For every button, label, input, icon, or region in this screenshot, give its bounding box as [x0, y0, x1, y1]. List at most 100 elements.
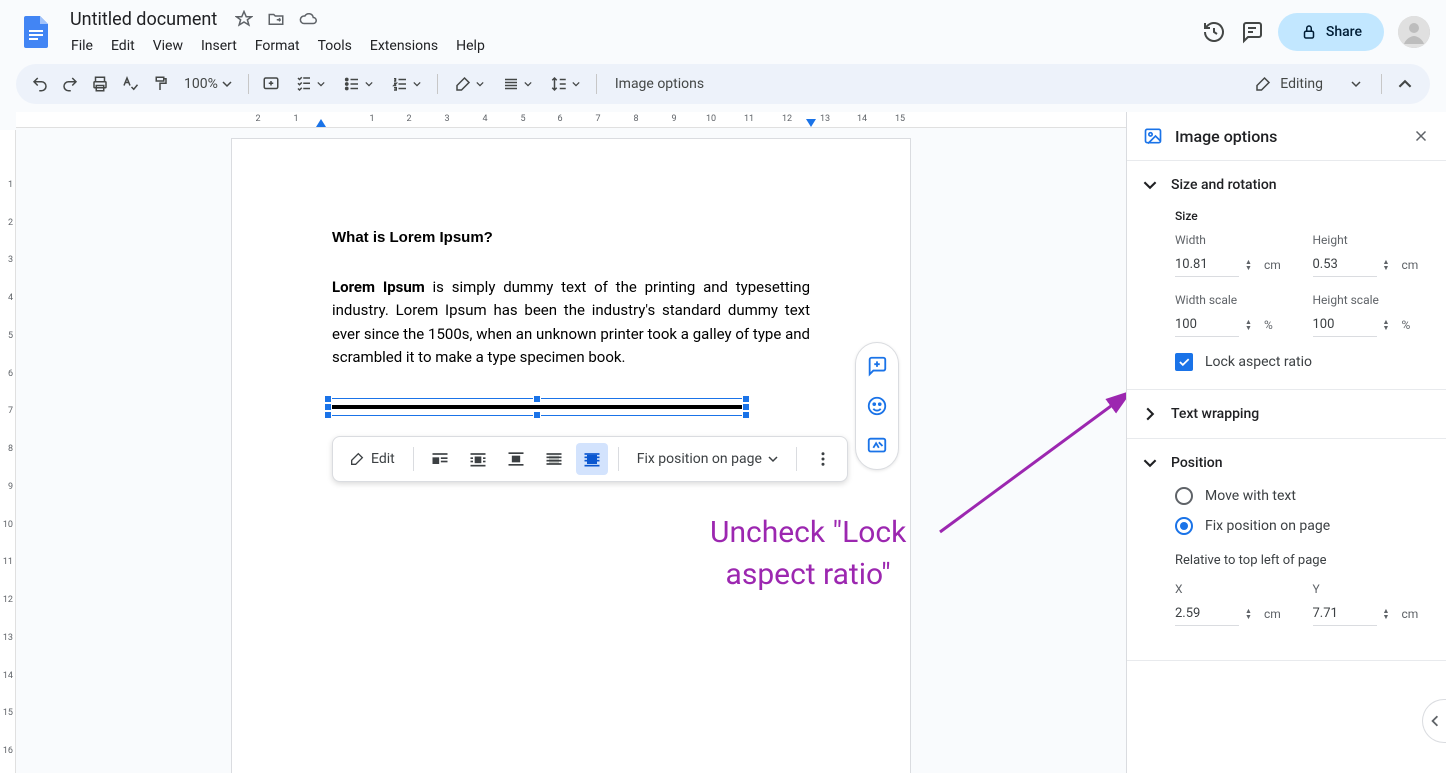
- wrap-inline-button[interactable]: [424, 443, 456, 475]
- menu-help[interactable]: Help: [449, 34, 492, 58]
- fix-position-dropdown[interactable]: Fix position on page: [629, 451, 786, 467]
- doc-info: Untitled document File Edit View Insert …: [64, 7, 1202, 58]
- resize-handle[interactable]: [742, 395, 750, 403]
- ruler-indent-left[interactable]: [316, 119, 326, 127]
- y-label: Y: [1313, 582, 1431, 596]
- resize-handle[interactable]: [742, 403, 750, 411]
- ruler-indent-right[interactable]: [806, 119, 816, 127]
- width-scale-label: Width scale: [1175, 293, 1293, 307]
- toolbar: 100% Image options Editing: [16, 64, 1430, 104]
- redo-button[interactable]: [56, 70, 84, 98]
- menu-bar: File Edit View Insert Format Tools Exten…: [64, 34, 1202, 58]
- resize-handle[interactable]: [324, 411, 332, 419]
- selected-image[interactable]: [327, 398, 747, 416]
- resize-handle[interactable]: [742, 411, 750, 419]
- menu-insert[interactable]: Insert: [194, 34, 244, 58]
- sidebar-title: Image options: [1175, 127, 1400, 146]
- align-button[interactable]: [494, 70, 540, 98]
- width-scale-input[interactable]: [1175, 313, 1239, 337]
- resize-handle[interactable]: [533, 395, 541, 403]
- more-options-button[interactable]: [807, 443, 839, 475]
- resize-handle[interactable]: [533, 411, 541, 419]
- border-color-button[interactable]: [446, 70, 492, 98]
- size-subheader: Size: [1175, 209, 1430, 223]
- zoom-select[interactable]: 100%: [176, 70, 240, 98]
- x-stepper[interactable]: ▲▼: [1245, 608, 1252, 620]
- section-header-position[interactable]: Position: [1127, 439, 1446, 487]
- print-button[interactable]: [86, 70, 114, 98]
- wrap-break-button[interactable]: [500, 443, 532, 475]
- height-input[interactable]: [1313, 253, 1377, 277]
- x-input[interactable]: [1175, 602, 1239, 626]
- paint-format-button[interactable]: [146, 70, 174, 98]
- wrap-text-button[interactable]: [462, 443, 494, 475]
- resize-handle[interactable]: [324, 403, 332, 411]
- ruler-horizontal[interactable]: 2 1 1 2 3 4 5 6 7 8 9 10 11 12 13 14 15: [16, 112, 1126, 128]
- share-button[interactable]: Share: [1278, 13, 1384, 51]
- floating-side-buttons: [855, 342, 899, 470]
- editing-mode-button[interactable]: Editing: [1242, 75, 1373, 93]
- section-text-wrapping: Text wrapping: [1127, 390, 1446, 439]
- y-input[interactable]: [1313, 602, 1377, 626]
- collapse-toolbar-button[interactable]: [1390, 69, 1420, 99]
- image-icon: [1143, 126, 1163, 146]
- avatar[interactable]: [1398, 16, 1430, 48]
- relative-to-label[interactable]: Relative to top left of page: [1175, 553, 1430, 568]
- menu-view[interactable]: View: [146, 34, 190, 58]
- add-comment-side-button[interactable]: [860, 351, 894, 381]
- edit-image-button[interactable]: Edit: [341, 451, 403, 467]
- fix-position-label: Fix position on page: [1205, 518, 1330, 534]
- undo-button[interactable]: [26, 70, 54, 98]
- image-options-sidebar: Image options Size and rotation Size Wid…: [1126, 112, 1446, 773]
- lock-aspect-ratio-label: Lock aspect ratio: [1205, 354, 1312, 370]
- bulleted-list-button[interactable]: [335, 70, 381, 98]
- history-icon[interactable]: [1202, 20, 1226, 44]
- menu-file[interactable]: File: [64, 34, 100, 58]
- emoji-reaction-button[interactable]: [860, 391, 894, 421]
- line-spacing-button[interactable]: [542, 70, 588, 98]
- resize-handle[interactable]: [324, 395, 332, 403]
- width-stepper[interactable]: ▲▼: [1245, 259, 1252, 271]
- menu-edit[interactable]: Edit: [104, 34, 142, 58]
- move-icon[interactable]: [267, 10, 285, 28]
- height-scale-input[interactable]: [1313, 313, 1377, 337]
- wrap-front-button[interactable]: [576, 443, 608, 475]
- editor-area: 2 1 1 2 3 4 5 6 7 8 9 10 11 12 13 14 15 …: [0, 112, 1126, 773]
- close-icon[interactable]: [1412, 127, 1430, 145]
- menu-tools[interactable]: Tools: [311, 34, 359, 58]
- doc-paragraph: Lorem Ipsum is simply dummy text of the …: [332, 276, 810, 369]
- header: Untitled document File Edit View Insert …: [0, 0, 1446, 64]
- ruler-vertical[interactable]: 1 2 3 4 5 6 7 8 9 10 11 12 13 14 15 16: [0, 130, 16, 773]
- width-input[interactable]: [1175, 253, 1239, 277]
- checklist-button[interactable]: [287, 70, 333, 98]
- suggest-edits-button[interactable]: [860, 431, 894, 461]
- menu-format[interactable]: Format: [248, 34, 307, 58]
- star-icon[interactable]: [235, 10, 253, 28]
- doc-title[interactable]: Untitled document: [64, 7, 223, 32]
- section-header-size-rotation[interactable]: Size and rotation: [1127, 161, 1446, 209]
- height-label: Height: [1313, 233, 1431, 247]
- height-stepper[interactable]: ▲▼: [1383, 259, 1390, 271]
- width-scale-stepper[interactable]: ▲▼: [1245, 319, 1252, 331]
- height-scale-label: Height scale: [1313, 293, 1431, 307]
- page[interactable]: What is Lorem Ipsum? Lorem Ipsum is simp…: [231, 138, 911, 773]
- image-options-button[interactable]: Image options: [605, 76, 714, 92]
- share-label: Share: [1326, 24, 1362, 40]
- lock-aspect-ratio-checkbox[interactable]: [1175, 353, 1193, 371]
- comment-icon[interactable]: [1240, 20, 1264, 44]
- numbered-list-button[interactable]: [383, 70, 429, 98]
- cloud-icon[interactable]: [299, 10, 317, 28]
- add-comment-button[interactable]: [257, 70, 285, 98]
- canvas[interactable]: What is Lorem Ipsum? Lorem Ipsum is simp…: [16, 128, 1126, 773]
- wrap-behind-button[interactable]: [538, 443, 570, 475]
- doc-heading: What is Lorem Ipsum?: [332, 229, 810, 246]
- move-with-text-label: Move with text: [1205, 488, 1296, 504]
- menu-extensions[interactable]: Extensions: [363, 34, 445, 58]
- move-with-text-radio[interactable]: [1175, 487, 1193, 505]
- y-stepper[interactable]: ▲▼: [1383, 608, 1390, 620]
- spellcheck-button[interactable]: [116, 70, 144, 98]
- fix-position-radio[interactable]: [1175, 517, 1193, 535]
- section-header-text-wrapping[interactable]: Text wrapping: [1127, 390, 1446, 438]
- docs-logo[interactable]: [16, 12, 56, 52]
- height-scale-stepper[interactable]: ▲▼: [1383, 319, 1390, 331]
